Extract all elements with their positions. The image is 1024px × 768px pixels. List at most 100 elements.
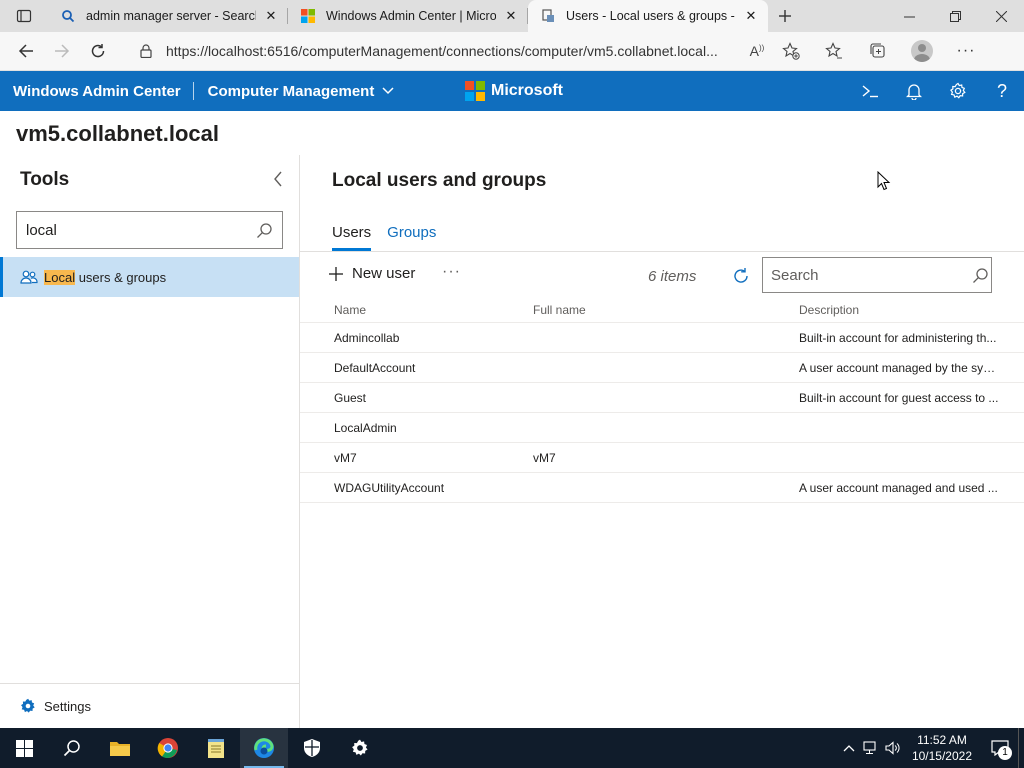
browser-tab-search[interactable]: admin manager server - Search ✕ [48,0,288,32]
system-tray: 11:52 AM 10/15/2022 1 [838,728,1024,768]
volume-button[interactable] [882,728,904,768]
tab-title: Users - Local users & groups - Computer … [566,9,736,23]
collections-button[interactable] [856,36,900,66]
search-icon [60,8,76,24]
cell-description: Built-in account for guest access to ... [799,390,999,405]
cell-name: vM7 [334,450,357,465]
refresh-button[interactable] [80,35,116,67]
taskbar-edge[interactable] [240,728,288,768]
taskbar-security[interactable] [288,728,336,768]
microsoft-logo-icon [300,8,316,24]
collapse-tools-button[interactable] [268,169,288,189]
show-desktop-button[interactable] [1018,728,1024,768]
forward-button[interactable] [44,35,80,67]
close-icon [995,10,1007,22]
network-icon [863,741,876,754]
table-row[interactable]: Guest Built-in account for guest access … [300,383,1024,413]
search-icon[interactable] [246,213,282,247]
column-header-name[interactable]: Name [300,303,533,317]
taskbar-notepad[interactable] [192,728,240,768]
tab-groups[interactable]: Groups [387,224,436,251]
settings-button[interactable] [936,71,980,111]
mouse-cursor-icon [877,171,891,191]
chevron-left-icon [274,171,282,187]
add-favorite-button[interactable] [774,36,808,66]
more-actions-button[interactable]: ··· [442,263,461,281]
grid-search-input[interactable] [763,259,970,291]
close-window-button[interactable] [978,0,1024,32]
edge-icon [254,738,274,758]
taskbar-search-button[interactable] [48,728,96,768]
tool-item-local-users-groups[interactable]: Local users & groups [0,257,299,297]
new-user-button[interactable]: New user [328,265,415,282]
table-row[interactable]: WDAGUtilityAccount A user account manage… [300,473,1024,503]
clock[interactable]: 11:52 AM 10/15/2022 [912,732,972,764]
start-button[interactable] [0,728,48,768]
notifications-button[interactable] [892,71,936,111]
cell-description: Built-in account for administering th... [799,330,997,345]
new-user-label: New user [352,265,416,282]
taskbar-file-explorer[interactable] [96,728,144,768]
favorites-button[interactable] [812,36,856,66]
server-icon [540,8,556,24]
close-icon[interactable]: ✕ [262,7,280,25]
table-row[interactable]: LocalAdmin [300,413,1024,443]
address-bar[interactable]: https://localhost:6516/computerManagemen… [130,36,808,66]
app-title[interactable]: Windows Admin Center [0,83,193,100]
solution-label: Computer Management [207,82,375,100]
tab-divider [300,251,1024,252]
taskbar-chrome[interactable] [144,728,192,768]
avatar [911,40,933,62]
plus-icon [329,266,343,281]
close-icon[interactable]: ✕ [742,7,760,25]
column-header-description[interactable]: Description [765,303,1024,317]
help-button[interactable]: ? [980,71,1024,111]
search-highlight: Local [44,269,76,285]
tab-actions-button[interactable] [0,0,48,32]
clock-date: 10/15/2022 [911,749,972,763]
browser-tab-users[interactable]: Users - Local users & groups - Computer … [528,0,768,32]
settings-and-more-button[interactable]: ··· [944,36,988,66]
network-button[interactable] [860,728,882,768]
read-aloud-button[interactable]: A)) [740,36,774,66]
action-center-button[interactable]: 1 [982,728,1018,768]
solution-picker[interactable]: Computer Management [194,83,395,100]
search-icon[interactable] [970,259,991,291]
browser-tab-strip: admin manager server - Search ✕ Windows … [0,0,1024,32]
chevron-down-icon [382,87,394,95]
tools-search-input[interactable] [17,213,246,247]
bell-icon [906,83,922,100]
minimize-button[interactable] [886,0,932,32]
tab-users[interactable]: Users [332,224,372,251]
tab-title: Windows Admin Center | Microsoft [326,9,496,23]
tab-title: admin manager server - Search [86,9,256,23]
table-row[interactable]: Admincollab Built-in account for adminis… [300,323,1024,353]
close-icon[interactable]: ✕ [502,7,520,25]
profile-button[interactable] [900,36,944,66]
favorites-icon [825,42,842,59]
browser-tab-wac[interactable]: Windows Admin Center | Microsoft ✕ [288,0,528,32]
microsoft-logo-icon [465,81,485,101]
new-tab-button[interactable] [768,0,802,32]
taskbar-settings[interactable] [336,728,384,768]
server-name: vm5.collabnet.local [16,121,219,146]
read-aloud-icon: A)) [749,43,765,59]
grid-toolbar: New user ··· 6 items [300,253,1024,299]
cell-name: DefaultAccount [334,360,416,375]
tools-settings-item[interactable]: Settings [0,683,299,728]
gear-icon [950,82,966,99]
lock-icon [140,44,152,58]
restore-button[interactable] [932,0,978,32]
show-hidden-icons-button[interactable] [838,728,860,768]
tool-item-label: Local users & groups [44,269,167,285]
tool-item-label-rest: users & groups [75,269,167,285]
back-button[interactable] [8,35,44,67]
table-row[interactable]: vM7 vM7 [300,443,1024,473]
notepad-icon [208,739,224,758]
powershell-button[interactable] [848,71,892,111]
table-row[interactable]: DefaultAccount A user account managed by… [300,353,1024,383]
column-header-full-name[interactable]: Full name [533,303,765,317]
refresh-grid-button[interactable] [730,265,752,287]
forward-arrow-icon [55,44,70,58]
gear-icon [20,698,36,714]
